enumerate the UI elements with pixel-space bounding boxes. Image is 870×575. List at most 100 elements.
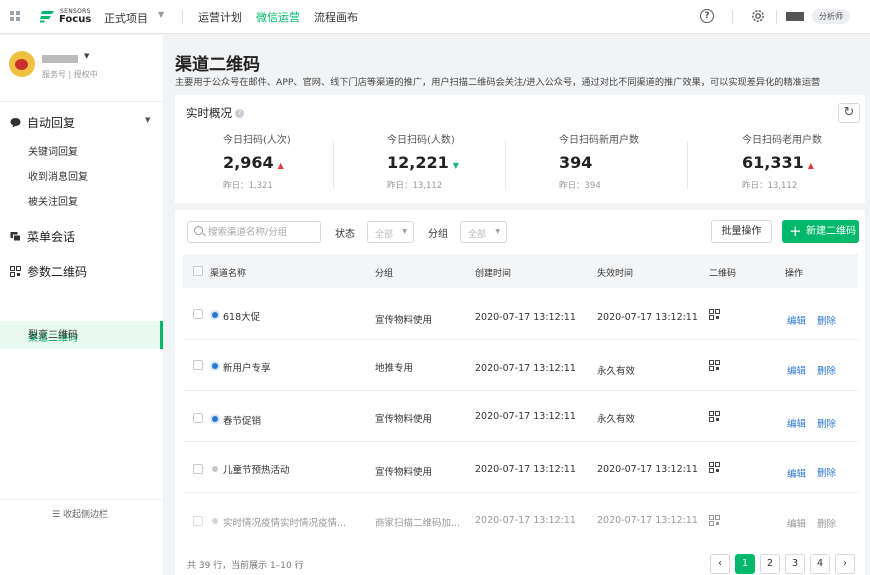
- column-header: 二维码: [709, 269, 737, 279]
- gear-icon[interactable]: [750, 8, 766, 24]
- divider: [687, 141, 688, 189]
- status-dot: [212, 466, 218, 472]
- user-avatar[interactable]: [786, 12, 804, 21]
- delete-link[interactable]: 删除: [817, 416, 836, 430]
- project-selector[interactable]: 正式项目: [104, 10, 148, 26]
- nav-wechat-operation[interactable]: 微信运营: [256, 9, 300, 25]
- table-row: 实时情况疫情实时情况疫情... 商家扫描二维码加... 2020-07-17 1…: [183, 496, 858, 546]
- expire-time: 2020-07-17 13:12:11: [597, 312, 698, 323]
- edit-link[interactable]: 编辑: [787, 313, 806, 327]
- delete-link[interactable]: 删除: [817, 363, 836, 377]
- collapse-label: 收起侧边栏: [62, 510, 108, 520]
- table-row: 儿童节预热活动 宣传物料使用 2020-07-17 13:12:11 2020-…: [183, 443, 858, 493]
- account-subtitle: 服务号 | 授权中: [42, 70, 98, 79]
- divider: [0, 101, 163, 102]
- expire-time: 2020-07-17 13:12:11: [597, 515, 698, 526]
- group-filter-select[interactable]: 全部 ▼: [460, 221, 507, 243]
- delete-link[interactable]: 删除: [817, 516, 836, 530]
- new-qrcode-button[interactable]: + 新建二维码: [782, 220, 859, 243]
- column-header: 创建时间: [475, 269, 512, 279]
- delete-link[interactable]: 删除: [817, 465, 836, 479]
- sidebar-item-follow-reply[interactable]: 被关注回复: [28, 193, 78, 208]
- page-description: 主要用于公众号在邮件、APP、官网、线下门店等渠道的推广，用户扫描二维码会关注/…: [175, 77, 821, 88]
- channel-group: 商家扫描二维码加...: [375, 518, 461, 529]
- row-checkbox[interactable]: [193, 464, 203, 474]
- menu-chat-icon: [10, 232, 21, 242]
- channel-name: 新用户专享: [223, 363, 271, 374]
- brand-logo[interactable]: SENSORS Focus: [40, 8, 91, 26]
- divider: [182, 10, 183, 24]
- refresh-icon: ↻: [843, 105, 855, 120]
- chevron-right-icon: ›: [843, 558, 847, 569]
- role-badge[interactable]: 分析师: [812, 9, 850, 24]
- top-bar: SENSORS Focus 正式项目 ▼ 运营计划 微信运营 流程画布 ? 分析…: [0, 0, 870, 34]
- qrcode-icon[interactable]: [709, 515, 720, 526]
- channel-name: 实时情况疫情实时情况疫情...: [223, 518, 347, 529]
- chevron-down-icon[interactable]: ▼: [158, 10, 164, 19]
- edit-link[interactable]: 编辑: [787, 466, 806, 480]
- page-button-3[interactable]: 3: [785, 554, 805, 574]
- sidebar: ▼ 服务号 | 授权中 自动回复 ▼ 关键词回复 收到消息回复 被关注回复 菜单…: [0, 35, 163, 575]
- edit-link[interactable]: 编辑: [787, 363, 806, 377]
- account-avatar[interactable]: [9, 51, 35, 77]
- qrcode-icon[interactable]: [709, 360, 720, 371]
- row-checkbox[interactable]: [193, 360, 203, 370]
- pagination-summary: 共 39 行，当前展示 1–10 行: [187, 561, 304, 571]
- column-header: 失效时间: [597, 269, 634, 279]
- delete-link[interactable]: 删除: [817, 313, 836, 327]
- sidebar-item-message-reply[interactable]: 收到消息回复: [28, 168, 88, 183]
- next-page-button[interactable]: ›: [835, 554, 855, 574]
- group-filter-value: 全部: [468, 230, 487, 240]
- trend-up-icon: ▲: [807, 161, 814, 170]
- nav-flow-canvas[interactable]: 流程画布: [314, 9, 358, 25]
- nav-operation-plan[interactable]: 运营计划: [198, 9, 242, 25]
- refresh-button[interactable]: ↻: [838, 103, 860, 123]
- table-header: 渠道名称 分组 创建时间 失效时间 二维码 操作: [183, 254, 858, 288]
- sidebar-group-param-qrcode[interactable]: 参数二维码: [10, 263, 87, 280]
- account-name-redacted[interactable]: [42, 55, 78, 63]
- batch-operation-button[interactable]: 批量操作: [711, 220, 772, 243]
- channel-group: 宣传物料使用: [375, 414, 433, 425]
- qrcode-icon[interactable]: [709, 411, 720, 422]
- channel-group: 地推专用: [375, 363, 414, 374]
- qrcode-icon[interactable]: [709, 462, 720, 473]
- question-icon[interactable]: ?: [235, 109, 244, 118]
- qrcode-icon[interactable]: [709, 309, 720, 320]
- chevron-down-icon[interactable]: ▼: [84, 52, 89, 60]
- chevron-down-icon[interactable]: ▼: [145, 116, 150, 124]
- row-checkbox[interactable]: [193, 309, 203, 319]
- select-all-checkbox[interactable]: [193, 266, 203, 276]
- sidebar-group-label: 自动回复: [27, 116, 76, 130]
- stat-yesterday: 昨日：13,112: [742, 181, 798, 191]
- collapse-sidebar-button[interactable]: ☰ 收起侧边栏: [52, 507, 108, 520]
- divider: [505, 141, 506, 189]
- prev-page-button[interactable]: ‹: [710, 554, 730, 574]
- stat-value: 2,964: [223, 153, 274, 172]
- sidebar-group-menu-session[interactable]: 菜单会话: [10, 228, 75, 245]
- sidebar-item-keyword-reply[interactable]: 关键词回复: [28, 143, 78, 158]
- edit-link[interactable]: 编辑: [787, 416, 806, 430]
- channel-name: 618大促: [223, 312, 261, 323]
- edit-link[interactable]: 编辑: [787, 516, 806, 530]
- status-dot: [212, 312, 218, 318]
- page-button-4[interactable]: 4: [810, 554, 830, 574]
- row-checkbox[interactable]: [193, 413, 203, 423]
- sidebar-group-auto-reply[interactable]: 自动回复: [10, 114, 75, 131]
- apps-grid-icon[interactable]: [10, 11, 20, 21]
- search-input[interactable]: [208, 225, 318, 239]
- search-box[interactable]: [187, 221, 321, 243]
- realtime-title: 实时概况: [186, 106, 232, 120]
- created-time: 2020-07-17 13:12:11: [475, 515, 576, 526]
- chevron-down-icon: ▼: [495, 228, 500, 235]
- divider: [333, 141, 334, 189]
- sidebar-item-fission-qrcode[interactable]: 裂变二维码: [28, 326, 78, 341]
- status-filter-select[interactable]: 全部 ▼: [367, 221, 414, 243]
- page-button-1[interactable]: 1: [735, 554, 755, 574]
- help-icon[interactable]: ?: [700, 9, 714, 23]
- sidebar-item-channel-qrcode[interactable]: 渠道二维码: [0, 321, 163, 349]
- status-filter-label: 状态: [335, 229, 355, 240]
- channel-name: 春节促销: [223, 416, 262, 427]
- row-checkbox[interactable]: [193, 516, 203, 526]
- page-button-2[interactable]: 2: [760, 554, 780, 574]
- collapse-icon: ☰: [52, 510, 61, 520]
